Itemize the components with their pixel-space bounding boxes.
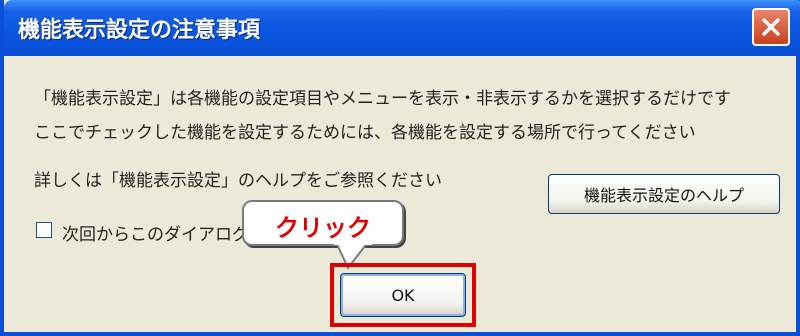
message-line-1: 「機能表示設定」は各機能の設定項目やメニューを表示・非表示するかを選択するだけで… [34, 89, 731, 109]
dialog-title: 機能表示設定の注意事項 [18, 18, 261, 43]
message-line-3: 詳しくは「機能表示設定」のヘルプをご参照ください [34, 171, 442, 191]
click-callout: クリック [242, 200, 404, 246]
title-bar[interactable]: 機能表示設定の注意事項 [4, 0, 800, 56]
close-button[interactable] [752, 8, 790, 46]
ok-button[interactable]: OK [340, 273, 466, 317]
dont-show-again-checkbox[interactable] [36, 222, 52, 238]
dont-show-again-label: 次回からこのダイアログ [62, 225, 249, 245]
message-line-2: ここでチェックした機能を設定するためには、各機能を設定する場所で行ってください [34, 123, 696, 143]
dialog-window: 機能表示設定の注意事項 「機能表示設定」は各機能の設定項目やメニューを表示・非表… [0, 0, 800, 336]
close-icon [762, 18, 780, 36]
callout-text: クリック [275, 214, 371, 242]
help-button[interactable]: 機能表示設定のヘルプ [548, 174, 780, 214]
